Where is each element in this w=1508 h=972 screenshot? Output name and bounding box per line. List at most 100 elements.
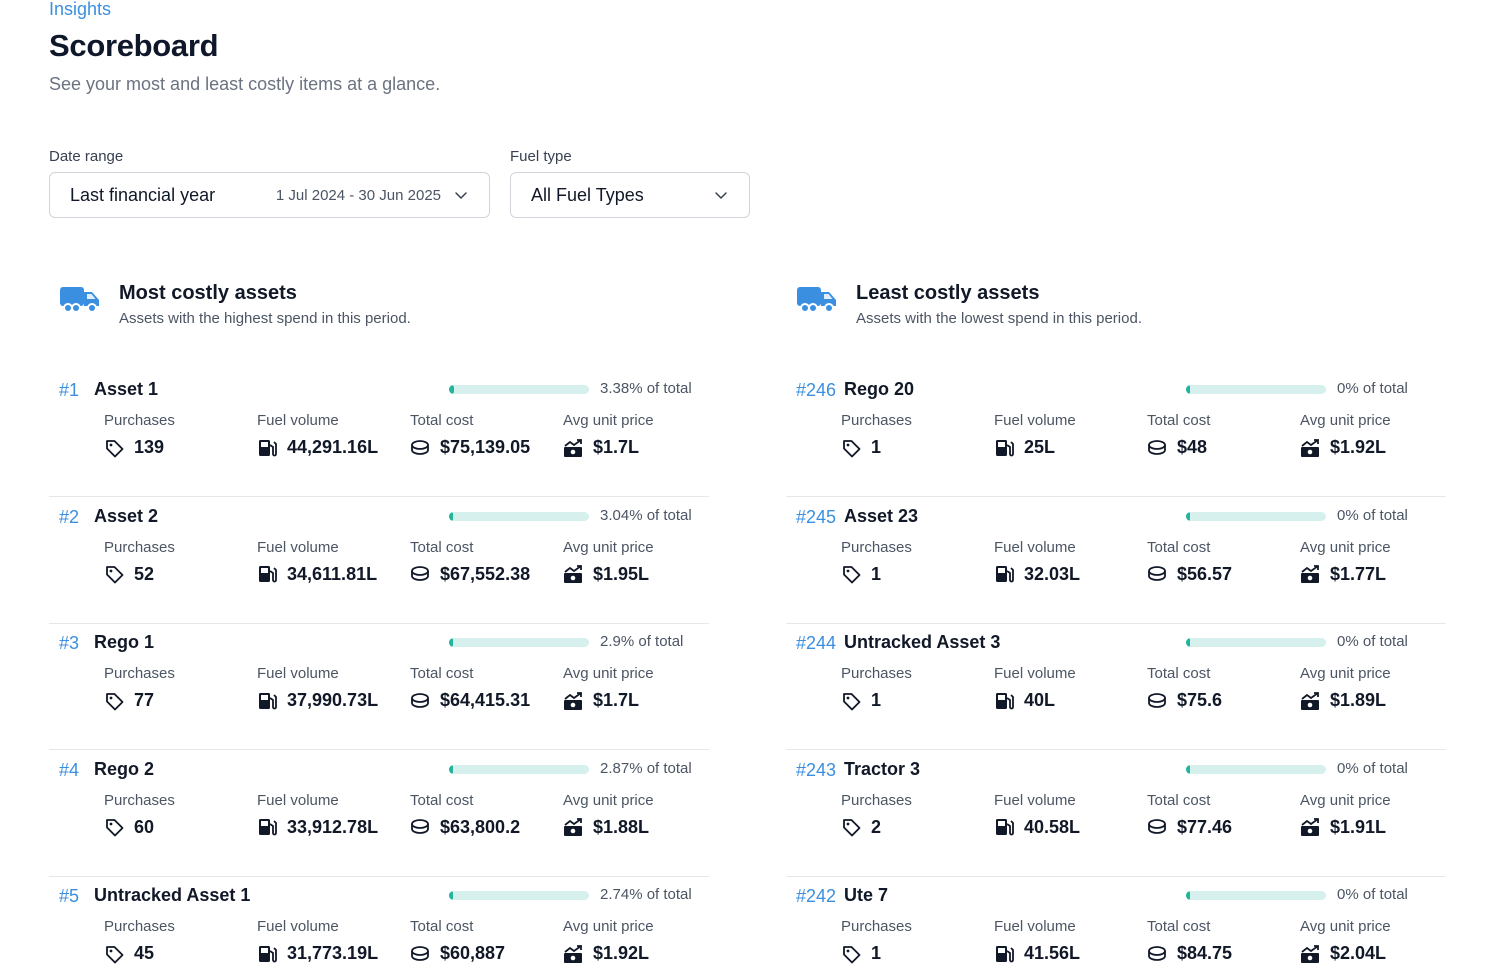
stat-value-wrap: 37,990.73L (257, 690, 407, 711)
avg-unit-price-stat: Avg unit price $1.92L (563, 918, 713, 964)
stat-value: $1.92L (593, 943, 650, 963)
asset-row[interactable]: #246 Rego 20 0% of total Purchases 1 Fuel vol… (786, 370, 1446, 497)
stat-label: Fuel volume (257, 412, 339, 429)
asset-rank: #4 (59, 759, 80, 780)
coins-icon (411, 566, 429, 581)
stat-label: Total cost (410, 412, 474, 429)
asset-row[interactable]: #1 Asset 1 3.38% of total Purchases 139 Fuel … (49, 370, 709, 497)
purchases-stat: Purchases 1 (841, 539, 991, 585)
stat-value: 1 (871, 943, 882, 963)
stat-value: $84.75 (1177, 943, 1233, 963)
fuel-pump-icon (259, 945, 277, 962)
stat-value: 52 (134, 563, 155, 584)
stat-label: Total cost (410, 665, 474, 682)
asset-rank: #246 (796, 380, 837, 400)
share-progress-fill (449, 764, 454, 774)
share-percent: 3.04% of total (600, 506, 692, 524)
stat-value: 37,990.73L (287, 690, 379, 710)
stat-label: Fuel volume (257, 665, 339, 682)
share-percent: 2.74% of total (600, 886, 692, 903)
fuel-pump-icon (996, 819, 1014, 836)
stat-value: 32.03L (1024, 563, 1081, 584)
stat-value: $1.7L (593, 437, 640, 457)
date-range-select[interactable]: Last financial year 1 Jul 2024 - 30 Jun … (49, 172, 490, 218)
share-progress-fill (1186, 638, 1190, 647)
asset-name: Asset 2 (94, 505, 159, 526)
fuel-pump-icon (259, 819, 277, 836)
page-eyebrow[interactable]: Insights (49, 0, 111, 20)
truck-icon (60, 287, 99, 313)
price-tag-icon (106, 945, 124, 963)
asset-rank: #242 (796, 886, 837, 906)
share-progress-bar (449, 891, 589, 900)
stat-value: 40.58L (1024, 816, 1081, 837)
stat-label: Fuel volume (994, 538, 1076, 556)
asset-rank: #5 (59, 886, 80, 906)
share-progress-bar (449, 385, 589, 394)
share-progress-bar (449, 638, 589, 647)
stat-label: Avg unit price (1300, 918, 1391, 935)
asset-row[interactable]: #2 Asset 2 3.04% of total Purchases 52 Fuel v… (49, 497, 709, 624)
stat-value-wrap: 40.58L (994, 817, 1144, 838)
asset-name: Rego 2 (94, 758, 155, 779)
section-subtitle: Assets with the lowest spend in this per… (856, 310, 1142, 327)
asset-name: Ute 7 (844, 885, 889, 905)
stat-label: Avg unit price (563, 538, 654, 556)
stat-value-wrap: 31,773.19L (257, 943, 407, 964)
price-tag-icon (843, 566, 861, 584)
stat-value-wrap: 77 (104, 690, 254, 711)
stat-value-wrap: 1 (841, 437, 991, 458)
share-progress-fill (1186, 891, 1190, 900)
fuel-pump-icon (259, 439, 277, 456)
total-cost-stat: Total cost $67,552.38 (410, 539, 560, 585)
stat-value-wrap: 41.56L (994, 943, 1144, 964)
coins-icon (1148, 692, 1166, 708)
stat-value-wrap: 60 (104, 817, 254, 838)
fuel-volume-stat: Fuel volume 31,773.19L (257, 918, 407, 964)
stat-value: 41.56L (1024, 943, 1081, 963)
stat-label: Purchases (104, 918, 175, 935)
stat-label: Total cost (1147, 665, 1211, 682)
stat-value-wrap: 44,291.16L (257, 437, 407, 458)
asset-row[interactable]: #242 Ute 7 0% of total Purchases 1 Fuel volum… (786, 876, 1446, 972)
asset-row[interactable]: #3 Rego 1 2.9% of total Purchases 77 Fuel vol… (49, 623, 709, 750)
share-percent: 0% of total (1337, 633, 1408, 650)
stat-value-wrap: 2 (841, 817, 991, 838)
coins-icon (1148, 439, 1166, 455)
stat-label: Total cost (410, 538, 474, 556)
stat-value-wrap: 52 (104, 564, 254, 585)
stat-label: Avg unit price (1300, 791, 1391, 809)
fuel-type-select[interactable]: All Fuel Types (510, 172, 750, 218)
stat-label: Total cost (1147, 412, 1211, 429)
stat-value: 1 (871, 437, 882, 457)
asset-row[interactable]: #243 Tractor 3 0% of total Purchases 2 Fuel v… (786, 750, 1446, 877)
share-progress-fill (449, 891, 453, 900)
avg-unit-price-stat: Avg unit price $1.95L (563, 539, 713, 585)
stat-value: $60,887 (440, 943, 506, 963)
asset-row[interactable]: #5 Untracked Asset 1 2.74% of total Purchas… (49, 876, 709, 972)
stat-value-wrap: $67,552.38 (410, 564, 560, 585)
chevron-down-icon (455, 192, 467, 199)
share-percent: 2.87% of total (600, 759, 692, 777)
stat-value: $1.7L (593, 690, 640, 710)
share-percent: 0% of total (1337, 506, 1408, 524)
share-progress-fill (1186, 385, 1190, 394)
fuel-pump-icon (996, 439, 1014, 456)
asset-row[interactable]: #244 Untracked Asset 3 0% of total Purchase… (786, 623, 1446, 750)
price-tag-icon (843, 692, 861, 710)
date-range-label: Date range (49, 148, 124, 165)
share-progress-bar (1186, 511, 1326, 521)
share-progress-bar (1186, 891, 1326, 900)
fuel-volume-stat: Fuel volume 40L (994, 665, 1144, 711)
fuel-volume-stat: Fuel volume 33,912.78L (257, 792, 407, 838)
fuel-pump-icon (259, 692, 277, 709)
asset-row[interactable]: #245 Asset 23 0% of total Purchases 1 Fuel vo… (786, 497, 1446, 624)
asset-rank: #3 (59, 633, 80, 653)
stat-value-wrap: $60,887 (410, 943, 560, 964)
stat-value: $67,552.38 (440, 563, 531, 584)
asset-row[interactable]: #4 Rego 2 2.87% of total Purchases 60 Fuel vo… (49, 750, 709, 877)
stat-value: 60 (134, 816, 155, 837)
price-trend-icon (1301, 944, 1319, 963)
stat-label: Fuel volume (257, 918, 339, 935)
stat-value-wrap: $2.04L (1300, 943, 1450, 964)
